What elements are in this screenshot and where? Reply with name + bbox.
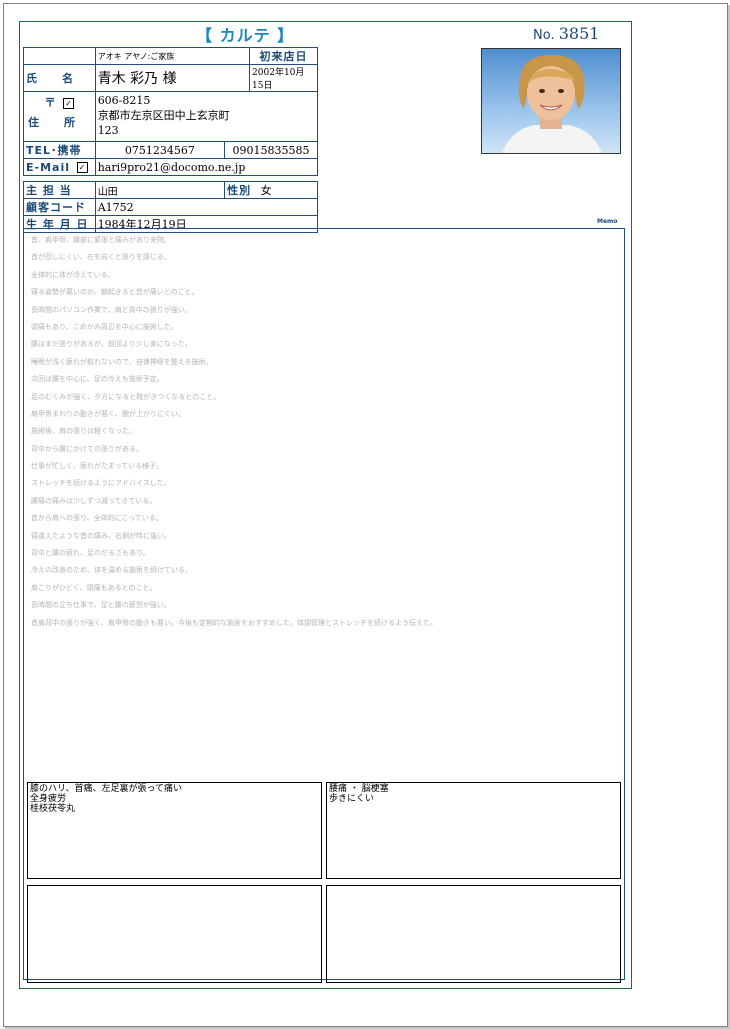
gender-cell: 性別 女 xyxy=(224,181,318,199)
email-label-cell: E-Mail ✓ xyxy=(23,158,96,176)
patient-name: 青木 彩乃 様 xyxy=(94,64,251,92)
note-line: 腰痛 ・ 脳梗塞 xyxy=(329,784,389,794)
note-box-3 xyxy=(27,885,322,983)
postal-checkbox[interactable]: ✓ xyxy=(63,97,75,109)
note-box-1: 膝のハリ、首痛、左足裏が張って痛い 全身疲労 桂枝茯苓丸 xyxy=(27,782,322,879)
memo-line: 長時間のパソコン作業で、肩と背中の張りが強い。 xyxy=(31,305,192,314)
tel-value: 0751234567 xyxy=(94,141,226,159)
memo-line: 背中と腰の疲れ、足のだるさもあり。 xyxy=(31,549,150,558)
note-box-2: 腰痛 ・ 脳梗塞 歩きにくい xyxy=(326,782,621,879)
record-number: No. 3851 xyxy=(533,24,599,43)
email-checkbox[interactable]: ✓ xyxy=(76,162,88,173)
customer-code-label: 顧客コード xyxy=(23,198,96,216)
memo-line: 首肩背中の張りが強く、肩甲骨の動きも悪い。今後も定期的な施術をおすすめした。体調… xyxy=(31,618,437,627)
gender-label: 性別 xyxy=(227,184,252,197)
memo-line: 次回は腰を中心に、足の冷えも施術予定。 xyxy=(31,375,164,384)
memo-line: 首が回しにくい、右を向くと張りを感じる。 xyxy=(31,253,171,262)
staff-value: 山田 xyxy=(94,181,226,199)
address-label: 住 所 xyxy=(28,116,76,129)
note-line: 歩きにくい xyxy=(329,794,374,804)
memo-lines: 首、肩甲骨、腰部に緊張と痛みがあり来院。 首が回しにくい、右を向くと張りを感じる… xyxy=(31,235,619,628)
memo-line: 腰はまだ張りがあるが、前回より少し楽になった。 xyxy=(31,340,192,349)
address-labels: 〒 ✓ 住 所 xyxy=(23,91,96,142)
email-label: E-Mail xyxy=(26,160,70,174)
memo-line: 首、肩甲骨、腰部に緊張と痛みがあり来院。 xyxy=(31,236,171,244)
portrait-image xyxy=(502,55,602,153)
address-cell: 606-8215 京都市左京区田中上玄京町 123 xyxy=(94,91,319,142)
address-line-2: 123 xyxy=(97,124,119,137)
note-line: 桂枝茯苓丸 xyxy=(30,804,76,814)
record-number-label: No. xyxy=(533,28,555,43)
memo-line: 寝違えたような首の痛み、右側が特に強い。 xyxy=(31,531,171,540)
phone-label: TEL･携帯 xyxy=(23,141,96,159)
memo-line: 施術後、肩の張りは軽くなった。 xyxy=(31,427,136,436)
note-box-4 xyxy=(326,885,621,983)
memo-line: 背中から腰にかけての張りがある。 xyxy=(31,444,143,453)
patient-info-table: アオキ アヤノ:ご家族 初来店日 氏 名 青木 彩乃 様 2002年10月15日… xyxy=(23,47,319,233)
page-title: 【 カルテ 】 xyxy=(196,26,295,45)
memo-line: 頭痛もあり、こめかみ周辺を中心に施術した。 xyxy=(31,322,178,331)
address-line-1: 京都市左京区田中上玄京町 xyxy=(97,109,230,122)
postal-code: 606-8215 xyxy=(97,94,151,107)
note-line: 膝のハリ、首痛、左足裏が張って痛い xyxy=(30,784,183,794)
memo-line: 肩甲骨まわりの動きが悪く、腕が上がりにくい。 xyxy=(31,409,185,418)
note-line: 全身疲労 xyxy=(30,794,67,804)
memo-line: 冷えの改善のため、体を温める施術を続けている。 xyxy=(31,566,192,575)
memo-line: 睡眠が浅く疲れが取れないので、自律神経を整える施術。 xyxy=(31,357,213,366)
record-number-value: 3851 xyxy=(558,24,600,43)
first-visit-date: 2002年10月15日 xyxy=(249,64,318,92)
gender-value: 女 xyxy=(260,184,272,197)
postal-label: 〒 xyxy=(44,96,57,109)
memo-line: 足のむくみが強く、夕方になると靴がきつくなるとのこと。 xyxy=(31,392,221,401)
mobile-value: 09015835585 xyxy=(224,141,318,159)
memo-line: 長時間の立ち仕事で、足と腰の疲労が強い。 xyxy=(31,601,171,610)
memo-line: 仕事が忙しく、疲れがたまっている様子。 xyxy=(31,462,164,471)
first-visit-label: 初来店日 xyxy=(249,47,318,65)
patient-photo xyxy=(481,48,621,154)
memo-line: ストレッチを続けるようにアドバイスした。 xyxy=(31,479,171,488)
staff-label: 主 担 当 xyxy=(23,181,96,199)
furigana: アオキ アヤノ:ご家族 xyxy=(94,47,251,65)
memo-line: 肩こりがひどく、頭痛もあるとのこと。 xyxy=(31,583,157,592)
customer-code-value: A1752 xyxy=(94,198,319,216)
memo-line: 腰痛の痛みは少しずつ減ってきている。 xyxy=(31,496,157,505)
memo-label: Memo xyxy=(597,218,618,225)
email-value: hari9pro21@docomo.ne.jp xyxy=(94,158,319,176)
memo-line: 首から肩への張り、全体的にこっている。 xyxy=(31,514,163,523)
memo-line: 寝る姿勢が悪いのか、朝起きると首が痛いとのこと。 xyxy=(31,288,199,297)
name-label: 氏 名 xyxy=(23,64,96,92)
memo-line: 全体的に体が冷えている。 xyxy=(31,270,115,279)
